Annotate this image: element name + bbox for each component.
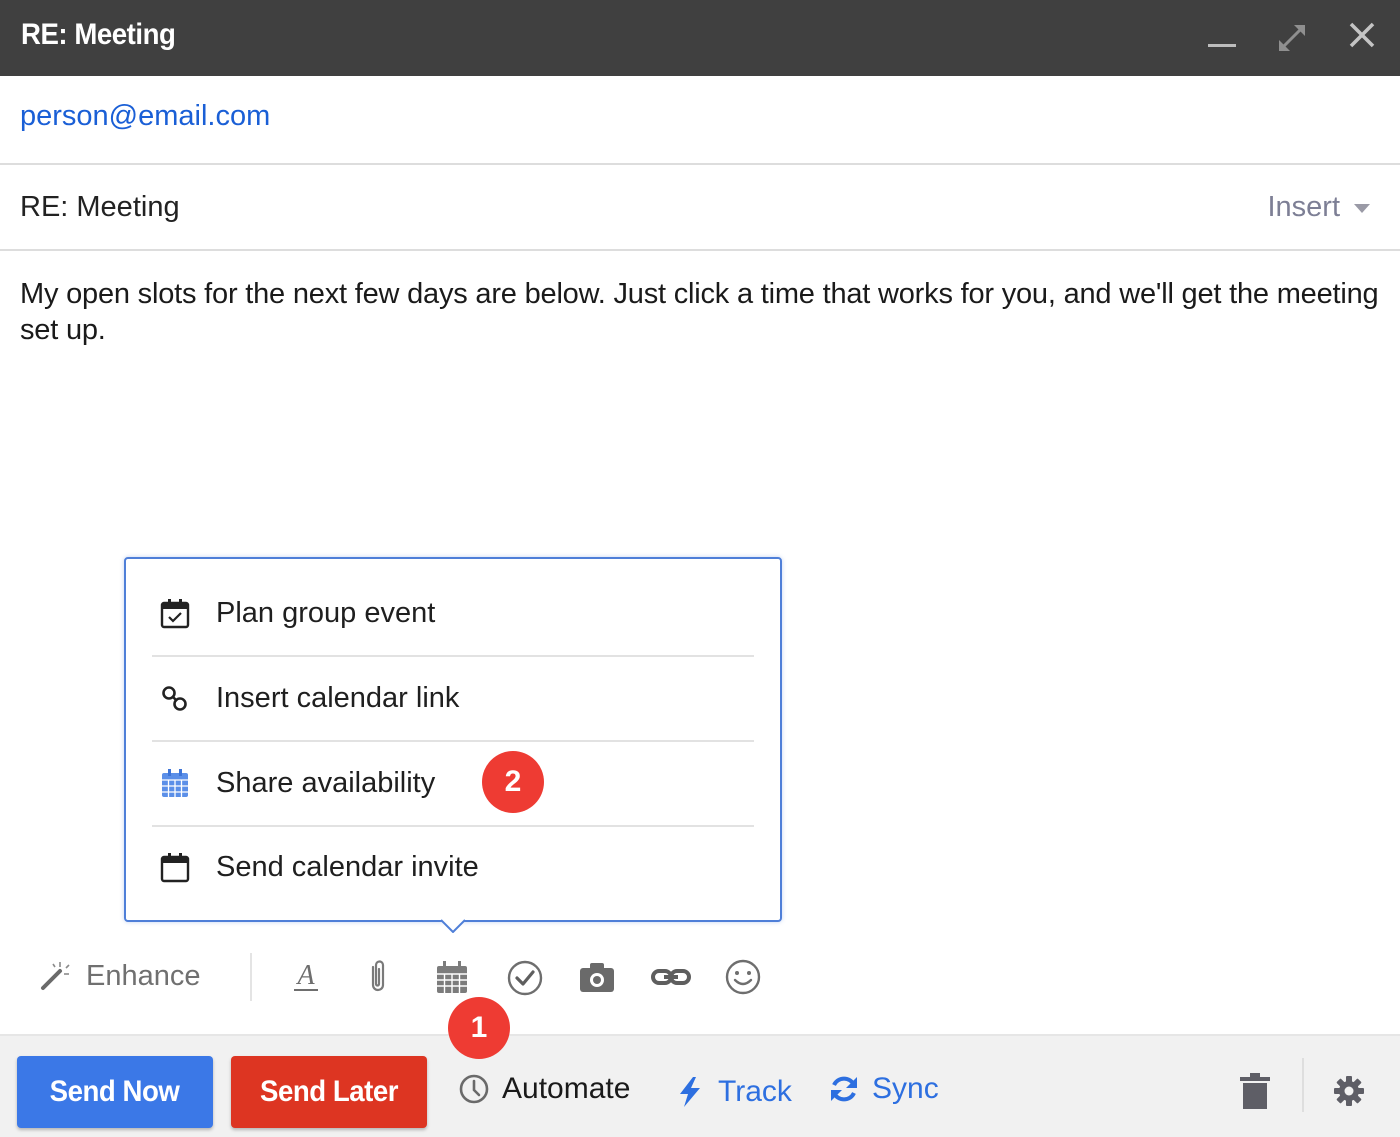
calendar-blank-icon [160,853,190,883]
sync-icon [831,1076,857,1102]
menu-item-label: Share availability [216,766,436,799]
calendar-check-icon [160,599,190,629]
calendar-icon [437,961,467,993]
track-button[interactable]: Track [674,1072,792,1112]
trash-icon[interactable] [1238,1072,1272,1110]
subject-input[interactable]: RE: Meeting [20,191,180,224]
svg-text:A: A [295,960,315,991]
recipient-chip[interactable]: person@email.com [20,100,270,133]
link-chain-icon [162,686,187,711]
text-format-button[interactable]: A [286,957,326,997]
minimize-icon [1208,44,1236,47]
subject-field-row: RE: Meeting Insert [0,165,1400,251]
menu-item-plan-group-event[interactable]: Plan group event [152,571,754,655]
chevron-down-icon [1354,204,1370,213]
minimize-button[interactable] [1198,14,1246,62]
format-toolbar: Enhance A [0,945,1400,1011]
automate-label: Automate [502,1072,631,1105]
compose-action-bar: Send Now Send Later Automate Track Sync [0,1034,1400,1137]
lightning-bolt-icon [680,1077,700,1107]
calendar-grid-icon [162,769,188,797]
menu-item-label: Insert calendar link [216,681,460,714]
enhance-button[interactable]: Enhance [38,959,201,993]
insert-dropdown[interactable]: Insert [1267,191,1370,224]
menu-item-send-calendar-invite[interactable]: Send calendar invite [152,825,754,909]
close-icon [1349,22,1375,48]
message-body[interactable]: My open slots for the next few days are … [20,276,1380,348]
link-icon [651,969,691,985]
to-field[interactable]: person@email.com [0,76,1400,165]
automate-button[interactable]: Automate [458,1072,630,1106]
text-format-icon: A [294,960,318,991]
window-titlebar: RE: Meeting [0,0,1400,76]
menu-item-insert-calendar-link[interactable]: Insert calendar link [152,656,754,740]
camera-button[interactable] [577,957,617,997]
menu-item-share-availability[interactable]: Share availability [152,741,754,825]
attachment-icon [371,960,385,992]
enhance-label: Enhance [86,959,201,992]
link-button[interactable] [651,957,691,997]
task-button[interactable] [505,957,545,997]
send-now-label: Send Now [50,1075,180,1108]
calendar-popup-menu: Plan group event Insert calendar link Sh… [124,557,782,922]
gear-icon[interactable] [1332,1074,1366,1108]
action-bar-divider [1302,1058,1304,1112]
expand-icon [1279,25,1305,51]
attach-button[interactable] [358,957,398,997]
sync-label: Sync [872,1072,939,1105]
send-later-button[interactable]: Send Later [231,1056,427,1128]
clock-icon [459,1074,489,1104]
step-badge-1: 1 [448,997,510,1059]
toolbar-divider [250,953,252,1001]
emoji-button[interactable] [723,957,763,997]
window-title: RE: Meeting [21,18,176,51]
popup-pointer [441,919,465,933]
checkmark-circle-icon [507,960,543,996]
send-later-label: Send Later [259,1075,399,1108]
close-button[interactable] [1338,14,1386,62]
menu-item-label: Plan group event [216,596,436,629]
magic-wand-icon [41,962,70,990]
expand-button[interactable] [1268,14,1316,62]
sync-button[interactable]: Sync [828,1072,939,1106]
menu-item-label: Send calendar invite [216,850,479,883]
step-badge-2: 2 [482,751,544,813]
track-label: Track [718,1075,792,1108]
insert-label: Insert [1267,191,1340,223]
camera-icon [580,963,614,992]
calendar-button[interactable] [432,957,472,997]
send-now-button[interactable]: Send Now [17,1056,213,1128]
emoji-icon [725,959,761,995]
